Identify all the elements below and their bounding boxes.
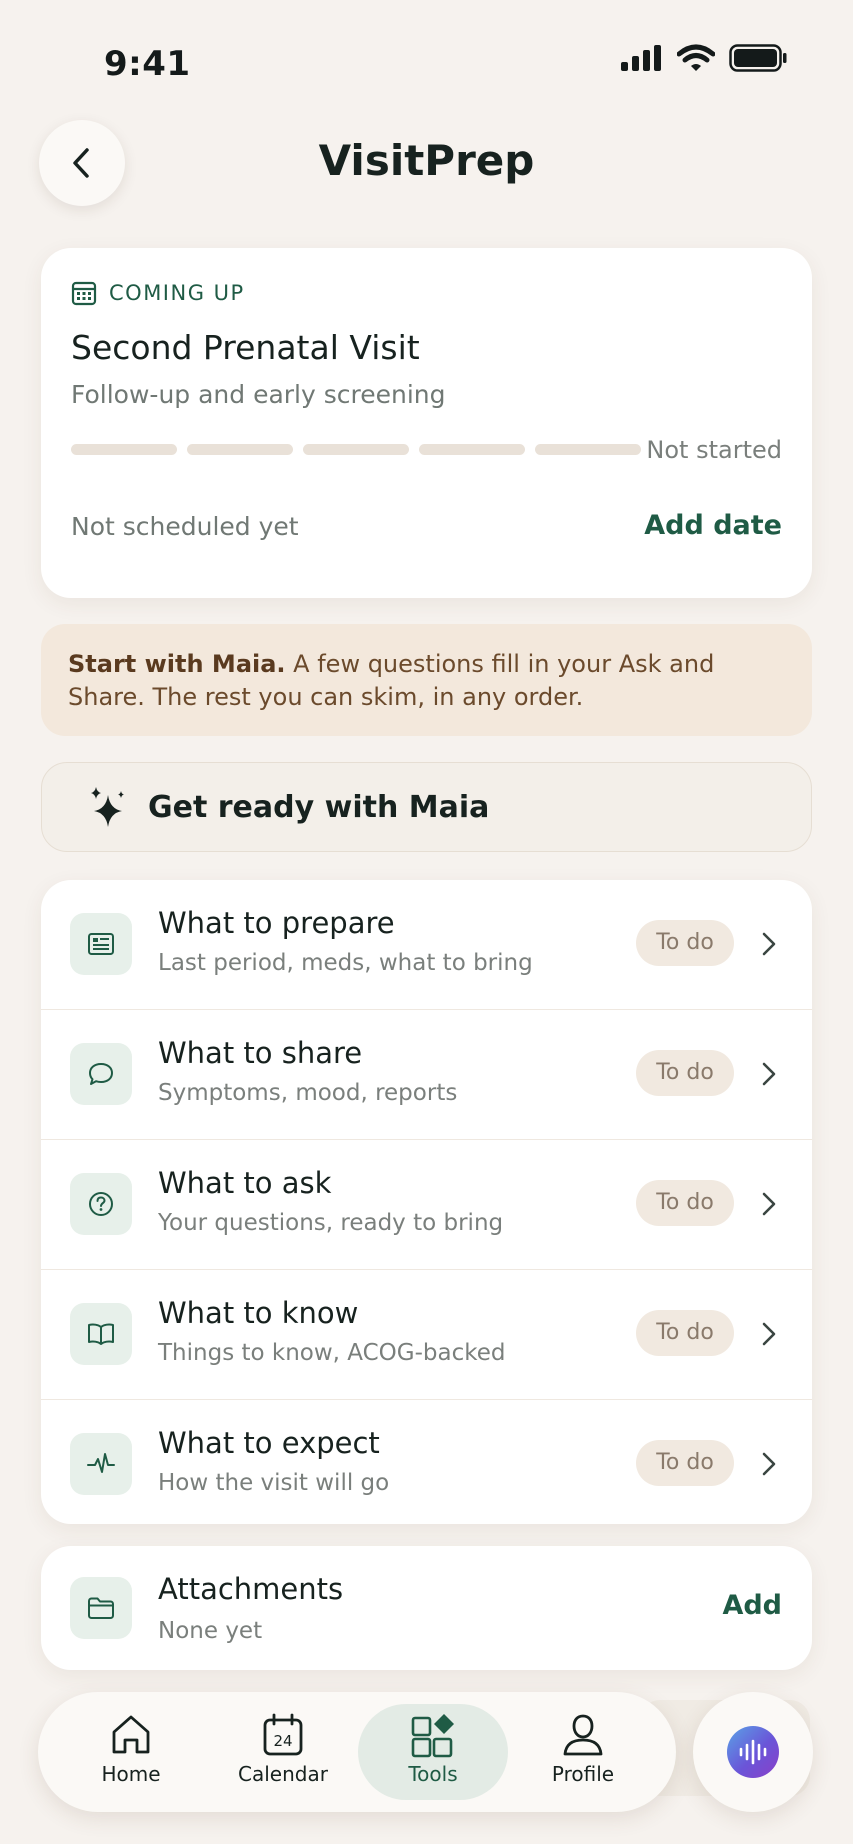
tab-tools[interactable]: Tools [358, 1704, 508, 1800]
section-title: What to share [158, 1036, 363, 1070]
calendar-day-icon: 24 [263, 1713, 303, 1756]
section-subtitle: How the visit will go [158, 1470, 390, 1496]
prep-sections-list: What to prepare Last period, meds, what … [41, 880, 812, 1524]
book-icon [70, 1303, 132, 1365]
page-title: VisitPrep [318, 136, 535, 185]
folder-icon [70, 1577, 132, 1639]
section-title: What to prepare [158, 906, 395, 940]
progress-segment [187, 444, 293, 455]
wifi-icon [677, 44, 715, 71]
section-row-prepare[interactable]: What to prepare Last period, meds, what … [41, 880, 812, 1010]
progress-segment [419, 444, 525, 455]
chevron-right-icon [762, 1062, 776, 1086]
battery-icon [729, 44, 787, 72]
status-icons [621, 44, 787, 72]
tab-home[interactable]: Home [56, 1704, 206, 1800]
visit-title: Second Prenatal Visit [71, 328, 420, 367]
visit-subtitle: Follow-up and early screening [71, 380, 446, 409]
section-title: What to expect [158, 1426, 380, 1460]
progress-segment [535, 444, 641, 455]
home-icon [112, 1715, 150, 1754]
get-ready-label: Get ready with Maia [148, 789, 490, 825]
status-bar: 9:41 [0, 0, 853, 110]
status-badge: To do [636, 920, 734, 966]
pulse-icon [70, 1433, 132, 1495]
maia-hint-bold: Start with Maia. [68, 650, 286, 678]
section-title: What to ask [158, 1166, 332, 1200]
chevron-right-icon [762, 1322, 776, 1346]
add-attachment-button[interactable]: Add [722, 1590, 782, 1621]
section-subtitle: Symptoms, mood, reports [158, 1080, 458, 1106]
chevron-right-icon [762, 1452, 776, 1476]
tab-home-label: Home [101, 1762, 161, 1786]
section-row-ask[interactable]: What to ask Your questions, ready to bri… [41, 1140, 812, 1270]
coming-up-label: COMING UP [109, 281, 245, 305]
coming-up-row: COMING UP [71, 280, 245, 306]
maia-hint: Start with Maia. A few questions fill in… [41, 624, 812, 736]
attachments-card: Attachments None yet Add [41, 1546, 812, 1670]
status-time: 9:41 [104, 44, 191, 84]
tab-profile-label: Profile [551, 1762, 615, 1786]
schedule-status: Not scheduled yet [71, 512, 299, 541]
chevron-right-icon [762, 1192, 776, 1216]
tab-tools-label: Tools [408, 1762, 458, 1786]
section-row-know[interactable]: What to know Things to know, ACOG-backed… [41, 1270, 812, 1400]
section-subtitle: Things to know, ACOG-backed [158, 1340, 506, 1366]
tab-profile[interactable]: Profile [508, 1704, 658, 1800]
calendar-day-number: 24 [273, 1732, 292, 1750]
sparkle-icon [91, 787, 124, 827]
status-badge: To do [636, 1440, 734, 1486]
signal-icon [621, 45, 661, 71]
tab-bar: Home 24 Calendar Tools Profile [38, 1692, 676, 1812]
progress-status: Not started [646, 436, 782, 464]
status-badge: To do [636, 1310, 734, 1356]
tab-calendar-label: Calendar [238, 1762, 328, 1786]
voice-waveform-icon [727, 1726, 779, 1778]
status-badge: To do [636, 1180, 734, 1226]
section-row-expect[interactable]: What to expect How the visit will go To … [41, 1400, 812, 1524]
attachments-subtitle: None yet [158, 1618, 263, 1644]
calendar-icon [71, 281, 97, 306]
tab-calendar[interactable]: 24 Calendar [208, 1704, 358, 1800]
person-icon [563, 1714, 603, 1756]
attachments-title: Attachments [158, 1572, 344, 1606]
section-subtitle: Your questions, ready to bring [158, 1210, 504, 1236]
section-row-share[interactable]: What to share Symptoms, mood, reports To… [41, 1010, 812, 1140]
section-title: What to know [158, 1296, 359, 1330]
status-badge: To do [636, 1050, 734, 1096]
get-ready-with-maia-button[interactable]: Get ready with Maia [41, 762, 812, 852]
add-date-button[interactable]: Add date [644, 510, 782, 541]
question-icon [70, 1173, 132, 1235]
voice-assistant-button[interactable] [693, 1692, 813, 1812]
progress-segment [303, 444, 409, 455]
progress-bar [71, 444, 641, 455]
visit-card: COMING UP Second Prenatal Visit Follow-u… [41, 248, 812, 598]
section-subtitle: Last period, meds, what to bring [158, 950, 533, 976]
document-icon [70, 913, 132, 975]
tools-icon [411, 1714, 454, 1758]
chat-bubble-icon [70, 1043, 132, 1105]
progress-segment [71, 444, 177, 455]
chevron-right-icon [762, 932, 776, 956]
